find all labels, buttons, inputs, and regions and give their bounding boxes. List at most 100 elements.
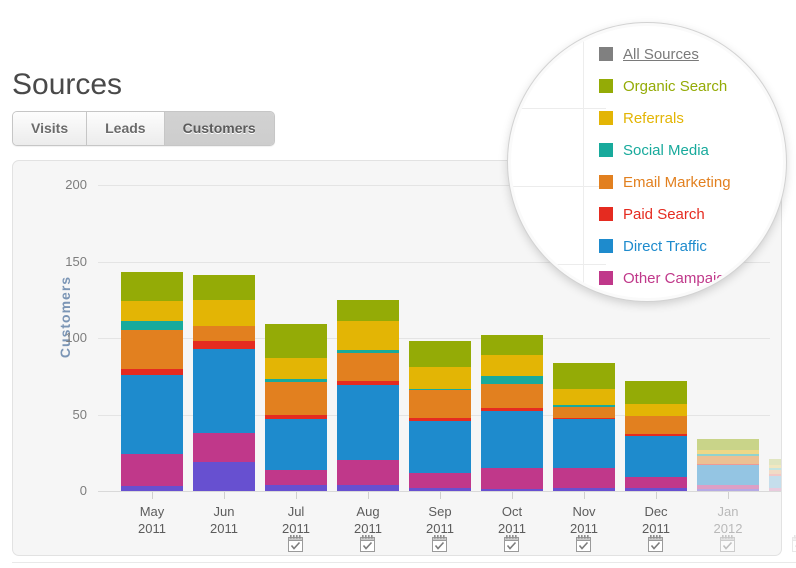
magnified-gridline — [511, 108, 606, 109]
x-label-month: Oct — [501, 504, 523, 519]
bar-segment-other-campaigns[interactable] — [265, 469, 327, 485]
bar-segment-organic-search[interactable] — [409, 341, 471, 368]
bar-segment-referrals[interactable] — [193, 299, 255, 326]
x-tick — [368, 492, 369, 499]
calendar-check-icon[interactable] — [624, 534, 686, 558]
bar-segment-direct-traffic[interactable] — [625, 435, 687, 478]
magnified-gridline — [511, 264, 606, 265]
x-label-month: Dec — [644, 504, 668, 519]
bar-segment-referrals[interactable] — [121, 301, 183, 322]
bar-segment-direct-traffic[interactable] — [121, 374, 183, 455]
calendar-check-icon[interactable] — [408, 534, 470, 558]
magnifier-lens: All Sources Organic Search Referrals Social… — [511, 26, 783, 298]
bar-segment-referrals[interactable] — [265, 357, 327, 380]
legend-item-all-sources[interactable]: All Sources — [599, 38, 741, 70]
legend-item-social-media[interactable]: Social Media — [599, 134, 741, 166]
bar-segment-organic-search[interactable] — [481, 335, 543, 355]
bar-dec-2011[interactable] — [625, 380, 687, 491]
legend-label: Social Media — [623, 141, 709, 159]
bar-segment-organic-search[interactable] — [625, 380, 687, 404]
legend-item-direct-traffic[interactable]: Direct Traffic — [599, 230, 741, 262]
x-tick — [296, 492, 297, 499]
bar-segment-organic-search[interactable] — [193, 275, 255, 300]
bar-segment-direct-traffic[interactable] — [769, 475, 781, 488]
bar-segment-direct-traffic[interactable] — [337, 385, 399, 461]
legend-item-paid-search[interactable]: Paid Search — [599, 198, 741, 230]
legend-label: Other Campaigns — [623, 269, 741, 287]
bar-segment-direct-traffic[interactable] — [553, 419, 615, 469]
bar-segment-email-marketing[interactable] — [121, 330, 183, 369]
bar-segment-organic-search[interactable] — [337, 299, 399, 322]
bar-segment-email-marketing[interactable] — [193, 325, 255, 342]
tab-visits[interactable]: Visits — [13, 112, 88, 145]
calendar-check-icon[interactable] — [336, 534, 398, 558]
x-tick — [728, 492, 729, 499]
bar-segment-referrals[interactable] — [409, 367, 471, 389]
bar-segment-direct-traffic[interactable] — [697, 465, 759, 485]
bar-segment-other-campaigns[interactable] — [193, 432, 255, 462]
bar-segment-email-marketing[interactable] — [553, 406, 615, 418]
bar-jun-2011[interactable] — [193, 275, 255, 491]
bar-segment-direct-traffic[interactable] — [481, 411, 543, 469]
legend-magnifier: All Sources Organic Search Referrals Social… — [508, 23, 786, 301]
bar-segment-direct-traffic[interactable] — [193, 348, 255, 433]
bar-segment-other-campaigns[interactable] — [481, 468, 543, 490]
bar-segment-direct-traffic[interactable] — [265, 419, 327, 470]
bar-segment-email-marketing[interactable] — [697, 455, 759, 464]
legend-label: Email Marketing — [623, 173, 731, 191]
x-label-month: Jul — [287, 504, 305, 519]
bar-feb-2012[interactable] — [769, 458, 781, 491]
x-label-month: Jun — [213, 504, 235, 519]
legend-item-email-marketing[interactable]: Email Marketing — [599, 166, 741, 198]
bar-segment-email-marketing[interactable] — [265, 382, 327, 415]
x-label-month: May — [139, 504, 165, 519]
bar-sep-2011[interactable] — [409, 341, 471, 491]
bar-segment-other-campaigns[interactable] — [553, 468, 615, 488]
bar-segment-other-campaigns[interactable] — [625, 477, 687, 488]
legend-label: All Sources — [623, 45, 699, 63]
legend-item-referrals[interactable]: Referrals — [599, 102, 741, 134]
calendar-check-icon[interactable] — [264, 534, 326, 558]
bar-segment-organic-search[interactable] — [265, 324, 327, 358]
bar-segment-referrals[interactable] — [625, 403, 687, 417]
bar-segment-other-campaigns[interactable] — [409, 472, 471, 488]
bar-segment-direct-traffic-2[interactable] — [193, 461, 255, 491]
bar-segment-email-marketing[interactable] — [409, 390, 471, 418]
x-label-month: Sep — [428, 504, 452, 519]
tab-leads[interactable]: Leads — [87, 112, 165, 145]
bar-segment-referrals[interactable] — [481, 354, 543, 377]
calendar-check-icon[interactable] — [696, 534, 758, 558]
bar-jul-2011[interactable] — [265, 324, 327, 491]
bar-segment-paid-search[interactable] — [193, 341, 255, 349]
bar-jan-2012[interactable] — [697, 439, 759, 491]
bar-segment-email-marketing[interactable] — [337, 353, 399, 381]
bar-segment-referrals[interactable] — [553, 388, 615, 406]
calendar-check-icon[interactable] — [552, 534, 614, 558]
bar-segment-other-campaigns[interactable] — [121, 454, 183, 487]
tab-customers[interactable]: Customers — [164, 112, 274, 145]
x-tick — [584, 492, 585, 499]
legend-swatch-icon — [599, 79, 613, 93]
magnified-gridline — [511, 186, 606, 187]
bar-segment-other-campaigns[interactable] — [337, 460, 399, 485]
bar-segment-organic-search[interactable] — [553, 362, 615, 389]
legend-item-other-campaigns[interactable]: Other Campaigns — [599, 262, 741, 294]
x-label-month: Nov — [572, 504, 596, 519]
bar-aug-2011[interactable] — [337, 299, 399, 491]
bar-segment-email-marketing[interactable] — [481, 383, 543, 409]
bar-segment-social-media[interactable] — [121, 321, 183, 331]
bar-oct-2011[interactable] — [481, 335, 543, 491]
bar-segment-direct-traffic[interactable] — [409, 420, 471, 473]
bar-segment-organic-search[interactable] — [697, 439, 759, 450]
calendar-check-icon[interactable] — [768, 534, 796, 558]
legend-list: All Sources Organic Search Referrals Social… — [599, 38, 741, 294]
bar-may-2011[interactable] — [121, 272, 183, 491]
x-tick — [512, 492, 513, 499]
legend-item-organic-search[interactable]: Organic Search — [599, 70, 741, 102]
bar-segment-email-marketing[interactable] — [625, 416, 687, 435]
bar-nov-2011[interactable] — [553, 362, 615, 491]
bar-segment-organic-search[interactable] — [121, 272, 183, 302]
calendar-check-icon[interactable] — [480, 534, 542, 558]
bar-segment-social-media[interactable] — [481, 376, 543, 384]
bar-segment-referrals[interactable] — [337, 321, 399, 351]
